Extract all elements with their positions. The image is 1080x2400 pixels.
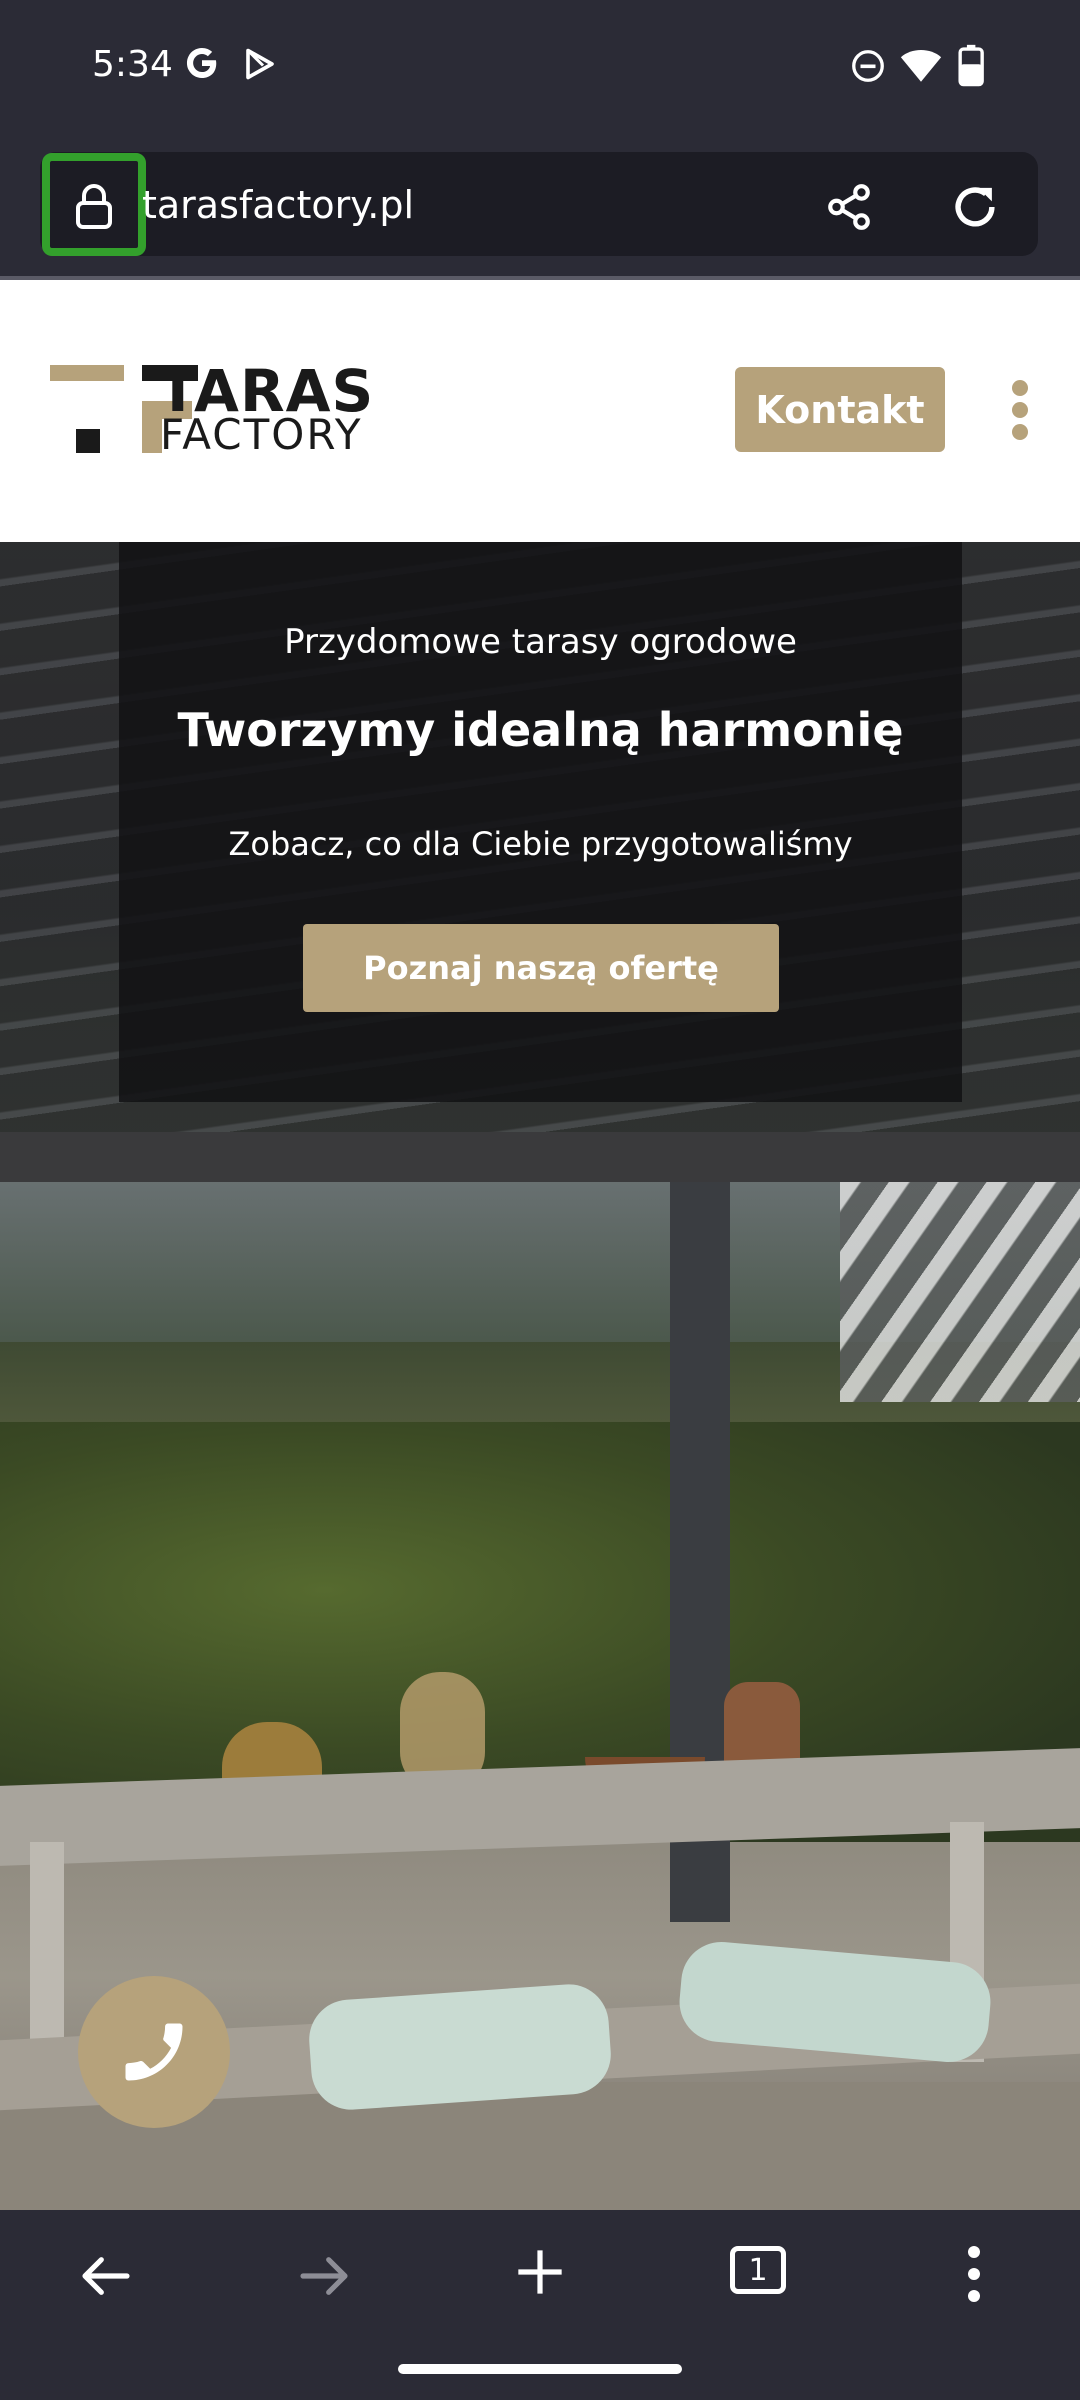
status-time: 5:34 (92, 44, 173, 85)
table-leg (30, 1842, 64, 2062)
hero-subtitle: Zobacz, co dla Ciebie przygotowaliśmy (228, 825, 853, 863)
pillow (306, 1981, 614, 2113)
tabs-button[interactable]: 1 (730, 2246, 786, 2294)
tab-count: 1 (748, 2252, 768, 2288)
google-icon (186, 47, 217, 79)
hero-title: Tworzymy idealną harmonię (177, 703, 904, 757)
battery-icon (958, 44, 984, 87)
logo-text-factory: FACTORY (160, 410, 363, 459)
site-header: TARAS FACTORY Kontakt (0, 280, 1080, 542)
offer-button[interactable]: Poznaj naszą ofertę (303, 924, 779, 1012)
forward-icon[interactable] (296, 2248, 352, 2304)
pergola-beam (0, 1132, 1080, 1182)
home-indicator[interactable] (398, 2364, 682, 2374)
back-icon[interactable] (78, 2248, 134, 2304)
share-icon[interactable] (824, 182, 874, 232)
lock-icon (76, 184, 112, 229)
new-tab-icon[interactable] (514, 2246, 566, 2298)
phone-icon (125, 2023, 183, 2081)
status-bar: 5:34 (0, 0, 1080, 140)
site-info-button[interactable] (42, 153, 146, 256)
call-button[interactable] (78, 1976, 230, 2128)
hero-eyebrow: Przydomowe tarasy ogrodowe (284, 622, 797, 662)
do-not-disturb-icon (852, 50, 884, 82)
reload-icon[interactable] (948, 180, 1002, 234)
screen: 5:34 tarasfactory.pl TARAS FACTORY Konta… (0, 0, 1080, 2400)
menu-icon[interactable] (964, 2244, 984, 2304)
site-menu-icon[interactable] (1008, 380, 1032, 440)
wifi-icon (900, 50, 942, 82)
contact-button[interactable]: Kontakt (735, 367, 945, 452)
play-store-icon (246, 48, 274, 80)
pergola-louvres (840, 1182, 1080, 1402)
url-text[interactable]: tarasfactory.pl (142, 183, 414, 227)
